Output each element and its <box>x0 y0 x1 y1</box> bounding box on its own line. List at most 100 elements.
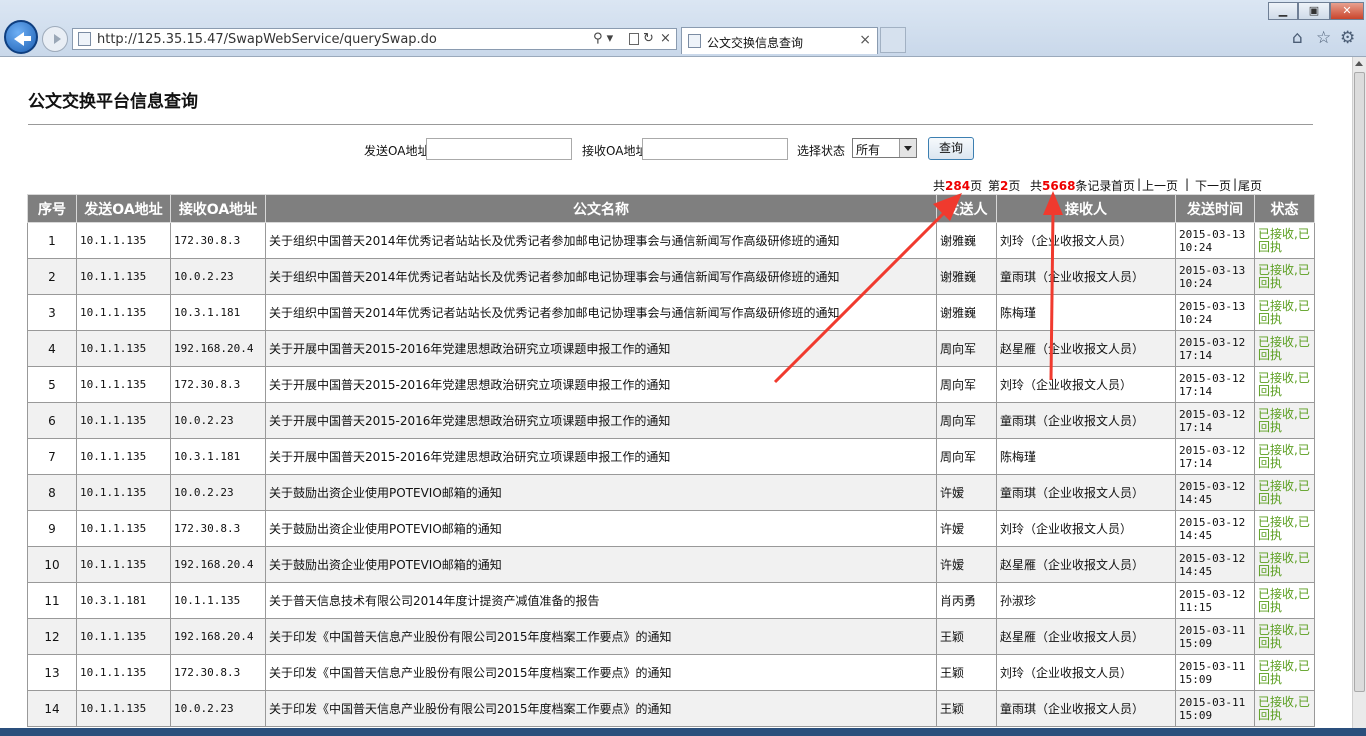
send-oa-cell: 10.1.1.135 <box>76 222 171 259</box>
send-oa-cell: 10.1.1.135 <box>76 654 171 691</box>
row-no-cell: 2 <box>27 258 77 295</box>
table-row[interactable]: 8 10.1.1.135 10.0.2.23 关于鼓励出资企业使用POTEVIO邮箱的… <box>27 474 1315 511</box>
status-cell: 已接收,已回执 <box>1254 654 1315 691</box>
stop-icon[interactable]: × <box>660 31 671 46</box>
send-time-cell: 2015-03-12 17:14 <box>1175 438 1255 475</box>
table-row[interactable]: 14 10.1.1.135 10.0.2.23 关于印发《中国普天信息产业股份有限公司… <box>27 690 1315 727</box>
send-oa-cell: 10.1.1.135 <box>76 366 171 403</box>
send-oa-cell: 10.3.1.181 <box>76 582 171 619</box>
col-header-status[interactable]: 状态 <box>1254 194 1315 223</box>
sender-cell: 周向军 <box>936 438 997 475</box>
col-header-doc-name[interactable]: 公文名称 <box>265 194 937 223</box>
send-oa-cell: 10.1.1.135 <box>76 258 171 295</box>
status-select-value: 所有 <box>856 143 881 157</box>
send-oa-cell: 10.1.1.135 <box>76 618 171 655</box>
doc-name-cell: 关于鼓励出资企业使用POTEVIO邮箱的通知 <box>265 546 937 583</box>
doc-name-cell: 关于印发《中国普天信息产业股份有限公司2015年度档案工作要点》的通知 <box>265 690 937 727</box>
receiver-cell: 刘玲（企业收报文人员） <box>996 654 1176 691</box>
tab-close-icon[interactable]: × <box>859 32 871 48</box>
pager-prev-link[interactable]: 上一页 <box>1142 177 1178 194</box>
receiver-cell: 赵星雁（企业收报文人员） <box>996 618 1176 655</box>
minimize-button[interactable]: ▁ <box>1268 2 1298 20</box>
chevron-down-icon <box>899 139 916 157</box>
col-header-no[interactable]: 序号 <box>27 194 77 223</box>
pager-last-link[interactable]: 尾页 <box>1238 177 1262 194</box>
recv-oa-input[interactable] <box>642 138 788 160</box>
sender-cell: 谢雅巍 <box>936 294 997 331</box>
row-no-cell: 10 <box>27 546 77 583</box>
receiver-cell: 刘玲（企业收报文人员） <box>996 366 1176 403</box>
receiver-cell: 赵星雁（企业收报文人员） <box>996 330 1176 367</box>
recv-oa-cell: 172.30.8.3 <box>170 222 266 259</box>
table-row[interactable]: 9 10.1.1.135 172.30.8.3 关于鼓励出资企业使用POTEVIO邮箱… <box>27 510 1315 547</box>
scroll-up-icon[interactable] <box>1355 61 1363 66</box>
col-header-sender[interactable]: 发送人 <box>936 194 997 223</box>
sender-cell: 王颖 <box>936 690 997 727</box>
send-oa-cell: 10.1.1.135 <box>76 546 171 583</box>
recv-oa-cell: 10.1.1.135 <box>170 582 266 619</box>
pager-next-link[interactable]: 下一页 <box>1195 177 1231 194</box>
send-time-cell: 2015-03-12 17:14 <box>1175 402 1255 439</box>
send-oa-cell: 10.1.1.135 <box>76 510 171 547</box>
doc-name-cell: 关于普天信息技术有限公司2014年度计提资产减值准备的报告 <box>265 582 937 619</box>
col-header-recv-oa[interactable]: 接收OA地址 <box>170 194 266 223</box>
compat-view-icon[interactable] <box>629 33 639 45</box>
pager-first-link[interactable]: 首页 <box>1111 177 1135 194</box>
table-row[interactable]: 3 10.1.1.135 10.3.1.181 关于组织中国普天2014年优秀记者站站… <box>27 294 1315 331</box>
home-icon[interactable]: ⌂ <box>1292 28 1303 48</box>
status-cell: 已接收,已回执 <box>1254 330 1315 367</box>
receiver-cell: 童雨琪（企业收报文人员） <box>996 258 1176 295</box>
recv-oa-cell: 10.0.2.23 <box>170 258 266 295</box>
refresh-icon[interactable]: ↻ <box>643 31 654 46</box>
new-tab-button[interactable] <box>880 27 906 53</box>
table-row[interactable]: 5 10.1.1.135 172.30.8.3 关于开展中国普天2015-2016年党… <box>27 366 1315 403</box>
forward-button[interactable] <box>42 26 68 52</box>
send-oa-cell: 10.1.1.135 <box>76 690 171 727</box>
table-row[interactable]: 13 10.1.1.135 172.30.8.3 关于印发《中国普天信息产业股份有限公… <box>27 654 1315 691</box>
maximize-button[interactable]: ▣ <box>1298 2 1330 20</box>
status-select[interactable]: 所有 <box>852 138 917 158</box>
send-time-cell: 2015-03-12 17:14 <box>1175 366 1255 403</box>
status-cell: 已接收,已回执 <box>1254 366 1315 403</box>
table-row[interactable]: 2 10.1.1.135 10.0.2.23 关于组织中国普天2014年优秀记者站站长… <box>27 258 1315 295</box>
search-dropdown-icon[interactable]: ⚲ ▾ <box>593 31 613 46</box>
table-row[interactable]: 10 10.1.1.135 192.168.20.4 关于鼓励出资企业使用POTEVI… <box>27 546 1315 583</box>
doc-name-cell: 关于组织中国普天2014年优秀记者站站长及优秀记者参加邮电记协理事会与通信新闻写… <box>265 294 937 331</box>
pager-separator: | <box>1185 177 1190 191</box>
doc-name-cell: 关于开展中国普天2015-2016年党建思想政治研究立项课题申报工作的通知 <box>265 438 937 475</box>
send-oa-label: 发送OA地址 <box>364 144 430 158</box>
recv-oa-cell: 10.0.2.23 <box>170 690 266 727</box>
sender-cell: 许嫒 <box>936 546 997 583</box>
receiver-cell: 童雨琪（企业收报文人员） <box>996 474 1176 511</box>
recv-oa-cell: 10.0.2.23 <box>170 474 266 511</box>
status-cell: 已接收,已回执 <box>1254 618 1315 655</box>
vertical-scrollbar[interactable] <box>1352 57 1366 736</box>
scrollbar-thumb[interactable] <box>1354 72 1365 692</box>
send-time-cell: 2015-03-13 10:24 <box>1175 294 1255 331</box>
status-cell: 已接收,已回执 <box>1254 690 1315 727</box>
favorites-star-icon[interactable]: ☆ <box>1316 28 1331 48</box>
col-header-send-time[interactable]: 发送时间 <box>1175 194 1255 223</box>
tools-gear-icon[interactable]: ⚙ <box>1340 28 1355 48</box>
query-button[interactable]: 查询 <box>928 137 974 160</box>
send-oa-cell: 10.1.1.135 <box>76 402 171 439</box>
address-bar[interactable]: http://125.35.15.47/SwapWebService/query… <box>72 28 677 50</box>
table-header-row: 序号 发送OA地址 接收OA地址 公文名称 发送人 接收人 发送时间 状态 <box>27 194 1315 223</box>
send-time-cell: 2015-03-11 15:09 <box>1175 618 1255 655</box>
send-oa-input[interactable] <box>426 138 572 160</box>
table-row[interactable]: 4 10.1.1.135 192.168.20.4 关于开展中国普天2015-2016… <box>27 330 1315 367</box>
receiver-cell: 孙淑珍 <box>996 582 1176 619</box>
row-no-cell: 1 <box>27 222 77 259</box>
send-oa-cell: 10.1.1.135 <box>76 474 171 511</box>
back-button[interactable] <box>4 20 38 54</box>
send-oa-cell: 10.1.1.135 <box>76 330 171 367</box>
col-header-send-oa[interactable]: 发送OA地址 <box>76 194 171 223</box>
table-row[interactable]: 7 10.1.1.135 10.3.1.181 关于开展中国普天2015-2016年党… <box>27 438 1315 475</box>
table-row[interactable]: 11 10.3.1.181 10.1.1.135 关于普天信息技术有限公司2014年度… <box>27 582 1315 619</box>
table-row[interactable]: 6 10.1.1.135 10.0.2.23 关于开展中国普天2015-2016年党建… <box>27 402 1315 439</box>
table-row[interactable]: 12 10.1.1.135 192.168.20.4 关于印发《中国普天信息产业股份有… <box>27 618 1315 655</box>
window-close-button[interactable]: ✕ <box>1330 2 1364 20</box>
table-row[interactable]: 1 10.1.1.135 172.30.8.3 关于组织中国普天2014年优秀记者站站… <box>27 222 1315 259</box>
browser-tab[interactable]: 公文交换信息查询 × <box>681 27 878 54</box>
col-header-receiver[interactable]: 接收人 <box>996 194 1176 223</box>
